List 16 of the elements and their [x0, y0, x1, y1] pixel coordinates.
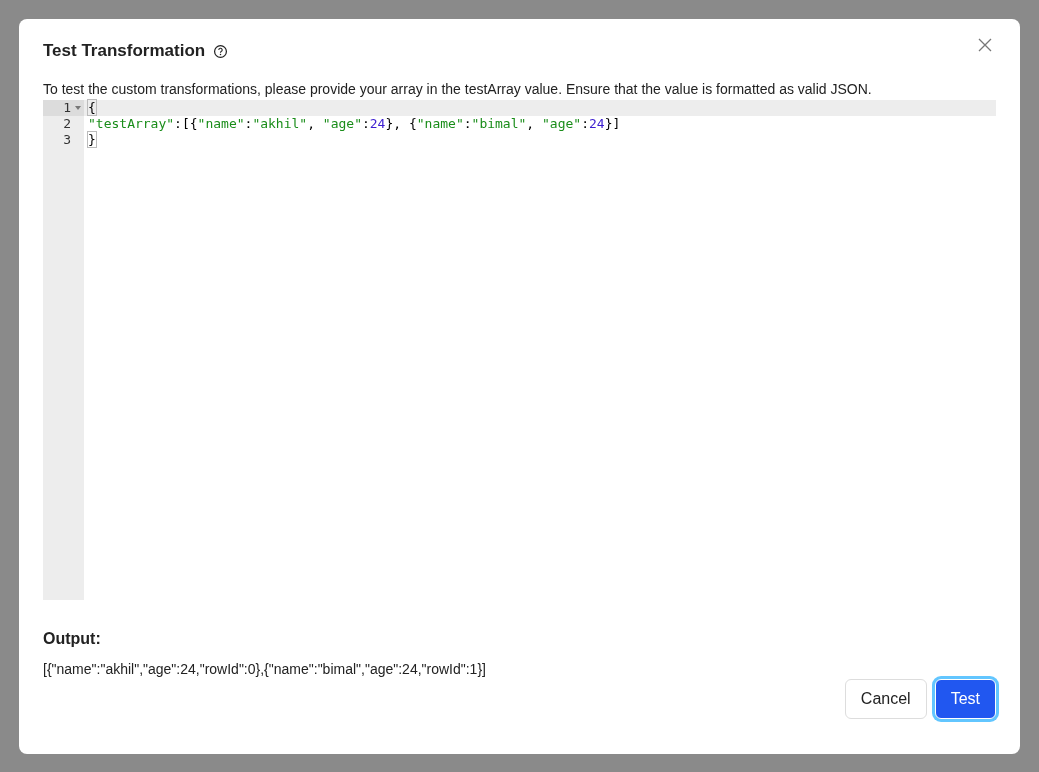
code-editor[interactable]: 1 2 3 { "testArray":[{"name":"akhil", "age":24}, {"name":"bimal", "age":24}] }	[43, 100, 996, 600]
code-line: {	[88, 100, 96, 115]
dialog-title: Test Transformation	[43, 41, 206, 61]
line-number: 2	[63, 116, 72, 132]
description-text: To test the custom transformations, please provide your array in the testArray value. Ensure that the value is formatted as valid JSON.	[43, 81, 873, 98]
line-number: 3	[63, 132, 72, 148]
help-icon[interactable]	[213, 43, 229, 59]
close-icon[interactable]	[978, 38, 992, 52]
code-line: }	[88, 132, 96, 147]
output-text: [{"name":"akhil","age":24,"rowId":0},{"name":"bimal","age":24,"rowId":1}]	[43, 661, 487, 677]
output-label: Output:	[43, 630, 102, 648]
line-number: 1	[63, 100, 72, 116]
code-line: "testArray":[{"name":"akhil", "age":24}, {"name":"bimal", "age":24}]	[88, 116, 621, 131]
test-button[interactable]: Test	[934, 679, 996, 719]
fold-arrow-icon[interactable]	[75, 106, 81, 110]
cancel-button[interactable]: Cancel	[844, 679, 927, 719]
